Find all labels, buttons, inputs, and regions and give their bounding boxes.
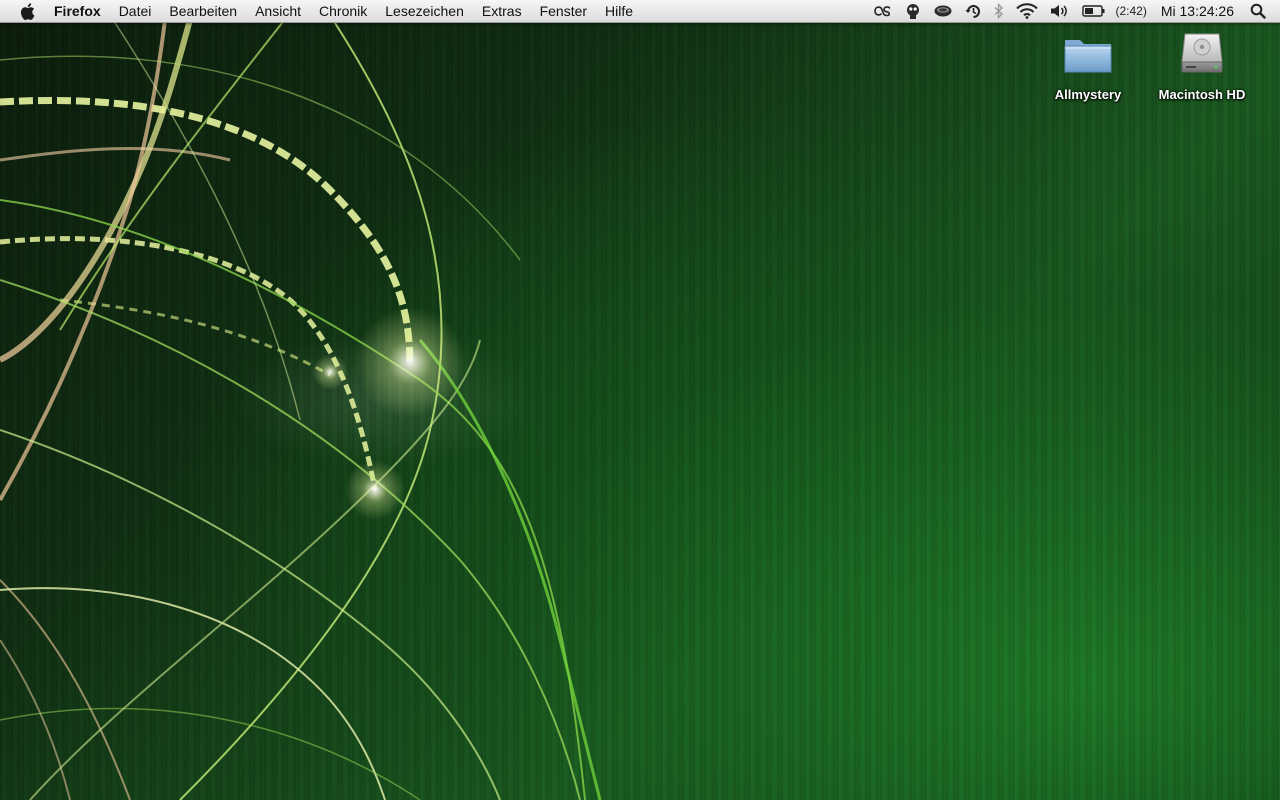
battery-icon[interactable] <box>1082 0 1106 22</box>
menu-clock[interactable]: Mi 13:24:26 <box>1161 3 1234 19</box>
desktop-icon-label: Allmystery <box>1054 87 1122 102</box>
menu-bearbeiten[interactable]: Bearbeiten <box>160 0 246 22</box>
spotlight-search-icon[interactable] <box>1250 0 1266 22</box>
menu-app-name[interactable]: Firefox <box>50 0 110 22</box>
wifi-icon[interactable] <box>1016 0 1039 22</box>
menu-extras-area: (2:42) Mi 13:24:26 <box>867 0 1280 22</box>
hard-drive-icon <box>1147 30 1257 81</box>
menu-bar: Firefox Datei Bearbeiten Ansicht Chronik… <box>0 0 1280 23</box>
menu-lesezeichen[interactable]: Lesezeichen <box>376 0 473 22</box>
time-machine-icon[interactable] <box>965 0 982 22</box>
menu-chronik[interactable]: Chronik <box>310 0 376 22</box>
folder-icon <box>1033 32 1143 81</box>
menu-extras[interactable]: Extras <box>473 0 531 22</box>
growl-icon[interactable] <box>905 0 921 22</box>
lastfm-icon[interactable] <box>873 0 893 22</box>
wallpaper-swirls <box>0 0 602 800</box>
desktop-icon-allmystery[interactable]: Allmystery <box>1033 32 1143 102</box>
desktop-icon-macintosh-hd[interactable]: Macintosh HD <box>1147 30 1257 102</box>
desktop-background[interactable] <box>0 0 1280 800</box>
caffeine-icon[interactable] <box>933 0 953 22</box>
desktop-icon-label: Macintosh HD <box>1158 87 1246 102</box>
menu-bar-left: Firefox Datei Bearbeiten Ansicht Chronik… <box>0 0 642 22</box>
volume-icon[interactable] <box>1050 0 1070 22</box>
menu-ansicht[interactable]: Ansicht <box>246 0 310 22</box>
menu-datei[interactable]: Datei <box>110 0 161 22</box>
menu-hilfe[interactable]: Hilfe <box>596 0 642 22</box>
apple-menu-icon[interactable] <box>14 0 40 22</box>
menu-fenster[interactable]: Fenster <box>531 0 596 22</box>
bluetooth-icon[interactable] <box>994 0 1004 22</box>
battery-time-remaining[interactable]: (2:42) <box>1115 4 1146 18</box>
